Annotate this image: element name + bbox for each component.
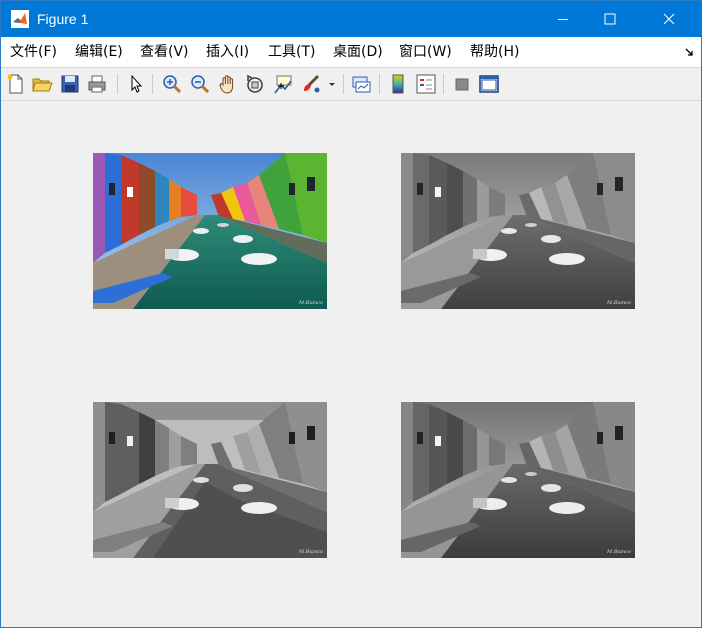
printer-icon (88, 75, 106, 93)
dock-arrow-icon[interactable] (685, 47, 695, 57)
zoom-out-button[interactable] (189, 73, 211, 95)
pointer-arrow-icon (131, 74, 143, 93)
menu-file[interactable]: 文件(F) (10, 44, 57, 60)
dropdown-arrow-icon (329, 83, 335, 86)
link-plot-icon (352, 76, 371, 93)
title-bar[interactable]: Figure 1 (1, 1, 701, 37)
figure-window: Figure 1 文件(F) 编辑(E) 查看(V) 插入(I) 工具(T) 桌… (0, 0, 702, 628)
menu-insert[interactable]: 插入(I) (206, 44, 249, 60)
pan-button[interactable] (217, 73, 239, 95)
photo-signature: M.Bianco (607, 300, 631, 306)
close-button[interactable] (646, 1, 692, 37)
toolbar-separator (379, 74, 380, 94)
edit-plot-button[interactable] (125, 73, 147, 95)
menu-desktop[interactable]: 桌面(D) (333, 44, 383, 60)
canal-image-grayscale (401, 153, 635, 309)
figure-canvas: M.Bianco M.Bianco M.Bianco M.Bianco (1, 101, 701, 627)
toolbar-separator (343, 74, 344, 94)
save-button[interactable] (59, 73, 81, 95)
insert-legend-button[interactable] (415, 73, 437, 95)
zoom-in-icon (163, 75, 182, 94)
figure-toolbar (1, 68, 701, 101)
data-cursor-icon (274, 75, 292, 94)
menu-view[interactable]: 查看(V) (140, 44, 189, 60)
photo-signature: M.Bianco (299, 549, 323, 555)
menu-window[interactable]: 窗口(W) (399, 44, 452, 60)
toolbar-separator (152, 74, 153, 94)
menu-edit[interactable]: 编辑(E) (75, 44, 123, 60)
brush-dropdown-button[interactable] (327, 73, 337, 95)
print-button[interactable] (86, 73, 108, 95)
rotate-3d-button[interactable] (244, 73, 266, 95)
zoom-out-icon (191, 75, 210, 94)
zoom-in-button[interactable] (161, 73, 183, 95)
menu-bar: 文件(F) 编辑(E) 查看(V) 插入(I) 工具(T) 桌面(D) 窗口(W… (1, 37, 701, 68)
hide-plot-tools-icon (455, 78, 469, 91)
canal-image-grayscale-2 (401, 402, 635, 558)
show-plot-tools-icon (479, 75, 499, 93)
legend-icon (416, 74, 436, 94)
data-cursor-button[interactable] (272, 73, 294, 95)
save-disk-icon (61, 75, 79, 93)
rotate-3d-icon (247, 74, 263, 93)
brush-button[interactable] (300, 73, 322, 95)
colorbar-icon (392, 74, 404, 94)
photo-signature: M.Bianco (299, 300, 323, 306)
minimize-button[interactable] (540, 1, 586, 37)
photo-signature: M.Bianco (607, 549, 631, 555)
new-figure-button[interactable] (5, 73, 27, 95)
axes-original-color[interactable]: M.Bianco (93, 153, 327, 309)
show-plot-tools-button[interactable] (478, 73, 500, 95)
toolbar-separator (117, 74, 118, 94)
open-file-button[interactable] (31, 73, 53, 95)
toolbar-separator (443, 74, 444, 94)
folder-open-icon (32, 78, 53, 92)
axes-grayscale[interactable]: M.Bianco (401, 153, 635, 309)
link-plot-button[interactable] (350, 73, 372, 95)
hide-plot-tools-button[interactable] (451, 73, 473, 95)
canal-image-color (93, 153, 327, 309)
window-title: Figure 1 (37, 11, 89, 27)
axes-grayscale-2[interactable]: M.Bianco (401, 402, 635, 558)
canal-image-quantized (93, 402, 327, 558)
menu-tools[interactable]: 工具(T) (268, 44, 315, 60)
axes-quantized-grayscale[interactable]: M.Bianco (93, 402, 327, 558)
brush-icon (304, 74, 320, 93)
maximize-button[interactable] (587, 1, 633, 37)
hand-pan-icon (219, 75, 234, 94)
insert-colorbar-button[interactable] (387, 73, 409, 95)
new-document-icon (7, 74, 23, 94)
matlab-logo-icon (11, 10, 29, 28)
menu-help[interactable]: 帮助(H) (470, 44, 519, 60)
